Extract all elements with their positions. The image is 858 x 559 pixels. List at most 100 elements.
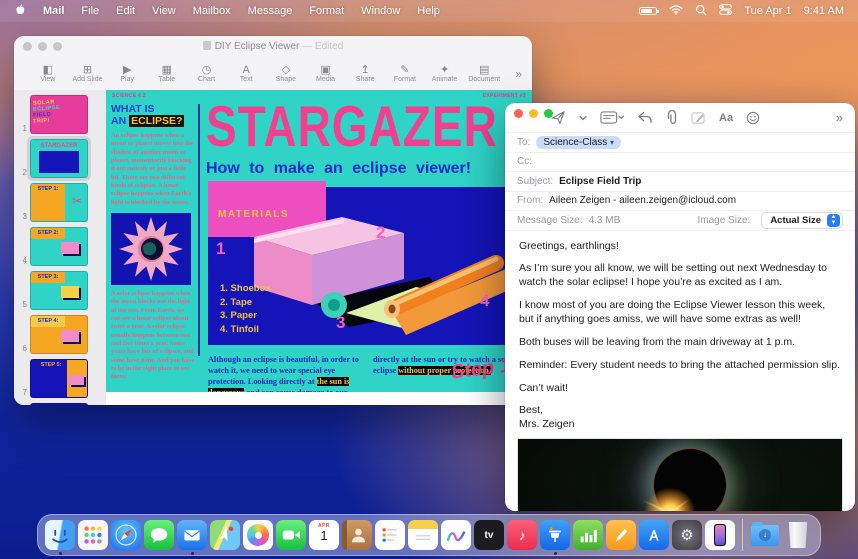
slide-thumbnail-2-selected[interactable]: 2 STARGAZER: [16, 139, 102, 178]
slide-thumbnail-4[interactable]: 4 STEP 2:: [16, 227, 102, 266]
slide-thumbnail-8[interactable]: 8 DID YOU KNOW: [16, 403, 102, 405]
dock-downloads-icon[interactable]: ↓: [750, 520, 780, 550]
text-icon: A: [243, 64, 250, 76]
menu-window[interactable]: Window: [361, 5, 400, 17]
send-button[interactable]: [551, 110, 566, 125]
from-field[interactable]: From: Aileen Zeigen - aileen.zeigen@iclo…: [505, 192, 855, 212]
chart-icon: ◷: [202, 64, 212, 76]
slide-thumbnail-3[interactable]: 3 STEP 1:✂: [16, 183, 102, 222]
materials-illustration: [254, 187, 514, 345]
markup-icon[interactable]: [691, 111, 706, 125]
eclipse-photo-attachment[interactable]: [517, 438, 843, 511]
toolbar-chart-button[interactable]: ◷Chart: [187, 64, 227, 83]
toolbar-table-button[interactable]: ▦Table: [147, 64, 187, 83]
toolbar-overflow-button[interactable]: »: [504, 67, 522, 81]
slide-stargazer[interactable]: SCIENCE 4.2 EXPERIMENT #3 WHAT ISAN ECLI…: [106, 90, 532, 392]
window-controls[interactable]: [23, 42, 62, 51]
menu-help[interactable]: Help: [417, 5, 440, 17]
materials-list: 1. Shoebox 2. Tape 3. Paper 4. Tinfoil: [220, 282, 271, 337]
menu-date[interactable]: Tue Apr 1: [744, 5, 791, 17]
signature: Mrs. Zeigen: [519, 418, 574, 430]
dock-numbers-icon[interactable]: [573, 520, 603, 550]
dock-contacts-icon[interactable]: [342, 520, 372, 550]
keynote-window: DIY Eclipse Viewer — Edited ◧View ⊞Add S…: [14, 36, 532, 405]
dock-safari-icon[interactable]: [111, 520, 141, 550]
toolbar-play-button[interactable]: ▶Play: [107, 64, 147, 83]
toolbar-text-button[interactable]: AText: [226, 64, 266, 83]
menu-view[interactable]: View: [152, 5, 176, 17]
dock-facetime-icon[interactable]: [276, 520, 306, 550]
mail-compose-window: Aa » To: Science-Class ▾ Cc: Subject: Ec…: [505, 103, 855, 511]
menu-mailbox[interactable]: Mailbox: [193, 5, 231, 17]
search-icon[interactable]: [695, 4, 707, 19]
mail-toolbar-overflow[interactable]: »: [836, 110, 843, 125]
message-body[interactable]: Greetings, earthlings! As I’m sure you a…: [505, 231, 855, 437]
format-button[interactable]: Aa: [719, 112, 733, 124]
to-field[interactable]: To: Science-Class ▾: [505, 133, 855, 153]
dock-tv-icon[interactable]: tv: [474, 520, 504, 550]
dock-calendar-icon[interactable]: APR1: [309, 520, 339, 550]
dock-maps-icon[interactable]: [210, 520, 240, 550]
toolbar-media-button[interactable]: ▣Media: [306, 64, 346, 83]
keynote-titlebar[interactable]: DIY Eclipse Viewer — Edited: [14, 36, 532, 57]
dock-settings-icon[interactable]: ⚙: [672, 520, 702, 550]
menu-edit[interactable]: Edit: [116, 5, 135, 17]
battery-icon[interactable]: [639, 7, 657, 15]
mail-toolbar[interactable]: Aa »: [505, 103, 855, 133]
dock-messages-icon[interactable]: [144, 520, 174, 550]
zoom-button[interactable]: [544, 109, 553, 118]
minimize-button[interactable]: [529, 109, 538, 118]
dock-reminders-icon[interactable]: [375, 520, 405, 550]
subject-field[interactable]: Subject: Eclipse Field Trip: [505, 172, 855, 192]
slide-thumbnail-6[interactable]: 6 STEP 4:: [16, 315, 102, 354]
control-center-icon[interactable]: [719, 4, 732, 18]
wifi-icon[interactable]: [669, 4, 683, 18]
eclipse-highlight: ECLIPSE?: [129, 115, 184, 127]
toolbar-view-button[interactable]: ◧View: [28, 64, 68, 83]
emoji-icon[interactable]: [746, 111, 760, 125]
dock-pages-icon[interactable]: [606, 520, 636, 550]
close-button[interactable]: [514, 109, 523, 118]
toolbar-format-button[interactable]: ✎Format: [385, 64, 425, 83]
slide-canvas[interactable]: SCIENCE 4.2 EXPERIMENT #3 WHAT ISAN ECLI…: [106, 90, 532, 405]
slide-subtitle: How to make an eclipse viewer!: [206, 160, 532, 178]
dock-photos-icon[interactable]: [243, 520, 273, 550]
dock-music-icon[interactable]: ♪: [507, 520, 537, 550]
toolbar-document-button[interactable]: ▤Document: [464, 64, 504, 83]
toolbar-animate-button[interactable]: ✦Animate: [425, 64, 465, 83]
dock-freeform-icon[interactable]: [441, 520, 471, 550]
toolbar-shape-button[interactable]: ◇Shape: [266, 64, 306, 83]
image-size-dropdown[interactable]: Actual Size ▲▼: [761, 212, 843, 229]
reply-icon[interactable]: [637, 111, 653, 124]
menu-mail[interactable]: Mail: [43, 5, 64, 17]
menu-message[interactable]: Message: [248, 5, 293, 17]
cc-field[interactable]: Cc:: [505, 153, 855, 173]
dock-launchpad-icon[interactable]: [78, 520, 108, 550]
slide-thumbnail-5[interactable]: 5 STEP 3:: [16, 271, 102, 310]
menu-format[interactable]: Format: [309, 5, 344, 17]
message-size-value: 4.3 MB: [589, 215, 621, 226]
toolbar-add-slide-button[interactable]: ⊞Add Slide: [68, 64, 108, 83]
dock-trash-icon[interactable]: [783, 520, 813, 550]
add-slide-icon: ⊞: [83, 64, 92, 76]
apple-menu-icon[interactable]: [14, 3, 26, 19]
attachment-icon[interactable]: [666, 110, 678, 125]
menu-file[interactable]: File: [81, 5, 99, 17]
dock-finder-icon[interactable]: [45, 520, 75, 550]
slide-thumbnail-1[interactable]: 1 SOLARECLIPSEFIELDTRIP!: [16, 95, 102, 134]
mail-window-controls[interactable]: [514, 109, 553, 118]
dock-mail-icon[interactable]: [177, 520, 207, 550]
materials-number-4: 4: [480, 291, 489, 311]
send-options-chevron-icon[interactable]: [579, 115, 587, 121]
dock-keynote-icon[interactable]: [540, 520, 570, 550]
toolbar-share-button[interactable]: ↥Share: [345, 64, 385, 83]
dock-iphone-mirroring-icon[interactable]: [705, 520, 735, 550]
slide-thumbnail-7[interactable]: 7 STEP 5:: [16, 359, 102, 398]
recipient-token[interactable]: Science-Class ▾: [536, 136, 621, 149]
slide-divider: [198, 104, 200, 356]
menu-time[interactable]: 9:41 AM: [804, 5, 844, 17]
keynote-toolbar: ◧View ⊞Add Slide ▶Play ▦Table ◷Chart ATe…: [14, 57, 532, 90]
dock-appstore-icon[interactable]: [639, 520, 669, 550]
header-fields-button[interactable]: [600, 111, 624, 124]
dock-notes-icon[interactable]: [408, 520, 438, 550]
